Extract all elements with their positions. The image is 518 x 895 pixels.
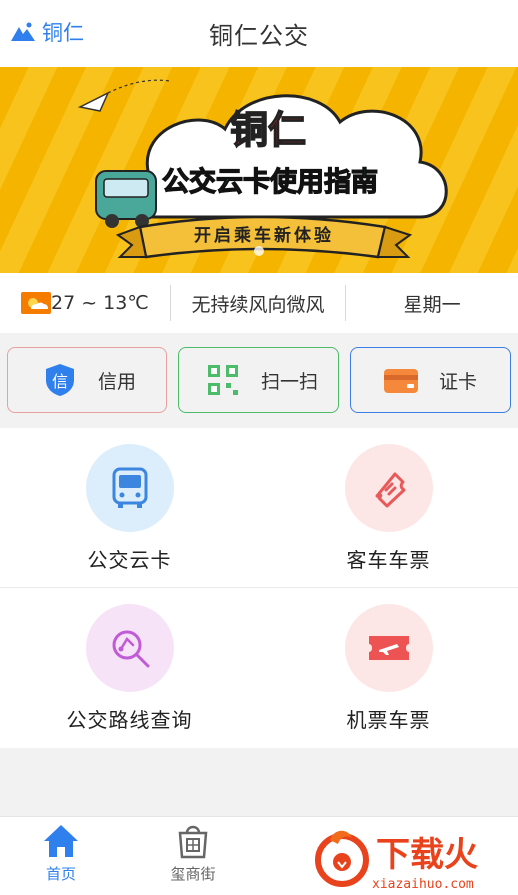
credit-button[interactable]: 信 信用 [7, 347, 167, 413]
id-card-button[interactable]: 证卡 [350, 347, 511, 413]
id-card-label: 证卡 [439, 370, 478, 393]
temperature-cell: 27 ~ 13℃ [0, 285, 170, 321]
sun-cloud-icon [20, 292, 51, 314]
nav-shop-label: 玺商街 [170, 865, 216, 883]
banner-illustration: 铜仁 公交云卡使用指南 开启乘车新体验 [77, 79, 448, 259]
svg-text:信: 信 [52, 372, 68, 391]
service-route-search-card[interactable]: 公交路线查询 [0, 588, 259, 748]
bus-icon [112, 467, 147, 508]
route-search-icon [112, 630, 149, 668]
shop-bag-icon [178, 825, 208, 859]
app-screen: 铜仁 铜仁公交 铜仁 公交云卡使用指南 开启乘车新体验 27 ~ 13℃ 无持续… [0, 0, 518, 895]
page-title: 铜仁公交 [209, 22, 309, 50]
service-grid: 公交云卡 客车车票 公交路线查询 机票车票 [0, 428, 518, 748]
watermark-text: 下载火 [376, 835, 478, 875]
shield-icon: 信 [46, 364, 74, 396]
service-coach-ticket-card[interactable]: 客车车票 [259, 428, 518, 588]
service-bus-card[interactable]: 公交云卡 [0, 428, 259, 588]
quick-actions: 信 信用 扫一扫 证卡 [0, 333, 518, 428]
service-label: 公交路线查询 [66, 708, 193, 732]
banner-ribbon-text: 开启乘车新体验 [194, 225, 334, 246]
banner-title-line2: 公交云卡使用指南 [162, 166, 378, 198]
scan-button[interactable]: 扫一扫 [178, 347, 339, 413]
plane-ticket-icon [368, 636, 409, 660]
card-icon [384, 369, 418, 393]
nav-home-label: 首页 [45, 865, 76, 883]
watermark-url: xiazaihuo.com [372, 877, 474, 892]
weekday-text: 星期一 [403, 293, 461, 316]
watermark-logo: 下载火 xiazaihuo.com [315, 830, 478, 892]
promo-banner[interactable]: 铜仁 公交云卡使用指南 开启乘车新体验 [0, 67, 518, 273]
qr-scan-icon [208, 365, 238, 395]
scan-label: 扫一扫 [261, 370, 319, 393]
paper-plane-icon [77, 91, 110, 112]
nav-home[interactable]: 首页 [11, 823, 111, 884]
wind-text: 无持续风向微风 [191, 293, 325, 316]
service-label: 机票车票 [346, 708, 431, 732]
temperature-text: 27 ~ 13℃ [50, 292, 149, 314]
top-bar: 铜仁 铜仁公交 [0, 0, 518, 67]
service-label: 公交云卡 [87, 548, 172, 572]
credit-label: 信用 [98, 370, 137, 393]
home-icon [44, 825, 78, 857]
weather-bar: 27 ~ 13℃ 无持续风向微风 星期一 [0, 273, 518, 333]
nav-shop-street[interactable]: 玺商街 [143, 823, 243, 884]
carousel-dot [254, 246, 264, 256]
service-air-ticket-card[interactable]: 机票车票 [259, 588, 518, 748]
banner-title-line1: 铜仁 [230, 108, 306, 152]
service-label: 客车车票 [346, 548, 431, 572]
cartoon-bus-icon [95, 170, 157, 228]
ticket-icon [375, 472, 405, 508]
